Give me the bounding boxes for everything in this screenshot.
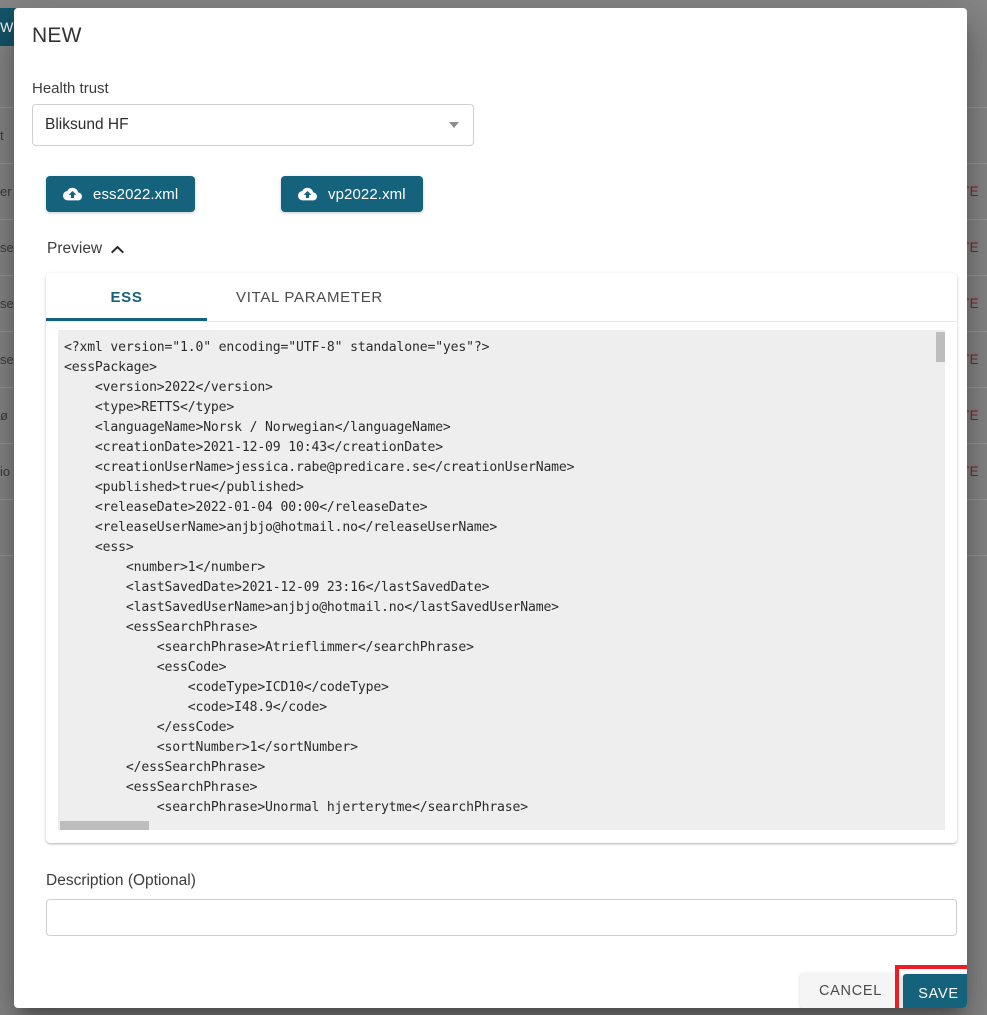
- xml-preview-horizontal-scrollbar[interactable]: [58, 821, 945, 830]
- description-label: Description (Optional): [46, 872, 196, 889]
- xml-preview-vertical-scrollbar-thumb[interactable]: [936, 332, 945, 362]
- table-cell-fragment: ø: [0, 408, 8, 423]
- tab-vital-parameter[interactable]: VITAL PARAMETER: [207, 273, 412, 321]
- table-row: TE: [965, 388, 987, 444]
- table-row: TE: [965, 164, 987, 220]
- cancel-button[interactable]: CANCEL: [800, 973, 901, 1008]
- table-row: TE: [965, 444, 987, 500]
- table-row: [965, 500, 987, 556]
- health-trust-label: Health trust: [32, 80, 109, 97]
- xml-preview-vertical-scrollbar[interactable]: [936, 330, 945, 830]
- table-cell-fragment: io: [0, 464, 11, 479]
- table-row: TE: [965, 276, 987, 332]
- save-button[interactable]: SAVE: [903, 974, 967, 1008]
- delete-action-fragment: TE: [965, 240, 980, 255]
- xml-preview-area[interactable]: <?xml version="1.0" encoding="UTF-8" sta…: [58, 330, 945, 830]
- table-cell-fragment: se: [0, 240, 14, 255]
- preview-tabs: ESS VITAL PARAMETER: [46, 273, 957, 322]
- delete-action-fragment: TE: [965, 464, 980, 479]
- table-cell-fragment: er: [0, 184, 12, 199]
- preview-toggle-label: Preview: [47, 240, 103, 257]
- xml-preview-content: <?xml version="1.0" encoding="UTF-8" sta…: [64, 340, 575, 830]
- delete-action-fragment: TE: [965, 184, 980, 199]
- save-button-highlight: SAVE: [895, 965, 967, 1008]
- upload-ess-file-button[interactable]: ess2022.xml: [46, 176, 196, 212]
- delete-action-fragment: TE: [965, 352, 980, 367]
- upload-vital-parameter-file-label: vp2022.xml: [328, 185, 406, 203]
- table-row: TE: [965, 332, 987, 388]
- preview-toggle[interactable]: Preview: [47, 240, 125, 258]
- delete-action-fragment: TE: [965, 408, 980, 423]
- dialog-title: NEW: [32, 24, 82, 47]
- health-trust-select[interactable]: Bliksund HF: [32, 104, 474, 146]
- table-row: [965, 52, 987, 108]
- delete-action-fragment: TE: [965, 296, 980, 311]
- tab-ess[interactable]: ESS: [46, 273, 207, 321]
- background-new-button-label: NEW: [0, 19, 14, 35]
- background-table-right-edge: TE TE TE TE TE TE: [965, 52, 987, 556]
- table-cell-fragment: se: [0, 296, 14, 311]
- xml-preview-horizontal-scrollbar-thumb[interactable]: [60, 821, 149, 830]
- table-row: TE: [965, 220, 987, 276]
- cloud-upload-icon: [298, 187, 317, 202]
- upload-ess-file-label: ess2022.xml: [93, 185, 179, 203]
- chevron-up-icon: [111, 245, 125, 254]
- chevron-down-icon: [449, 122, 459, 128]
- preview-panel: ESS VITAL PARAMETER <?xml version="1.0" …: [46, 273, 957, 843]
- new-package-dialog: NEW Health trust Bliksund HF ess2022.xml…: [14, 8, 967, 1008]
- cloud-upload-icon: [63, 187, 82, 202]
- health-trust-selected-value: Bliksund HF: [45, 116, 129, 133]
- table-row: [965, 108, 987, 164]
- description-input[interactable]: [46, 899, 957, 936]
- table-cell-fragment: se: [0, 352, 14, 367]
- upload-vital-parameter-file-button[interactable]: vp2022.xml: [281, 176, 423, 212]
- table-cell-fragment: t: [0, 128, 4, 143]
